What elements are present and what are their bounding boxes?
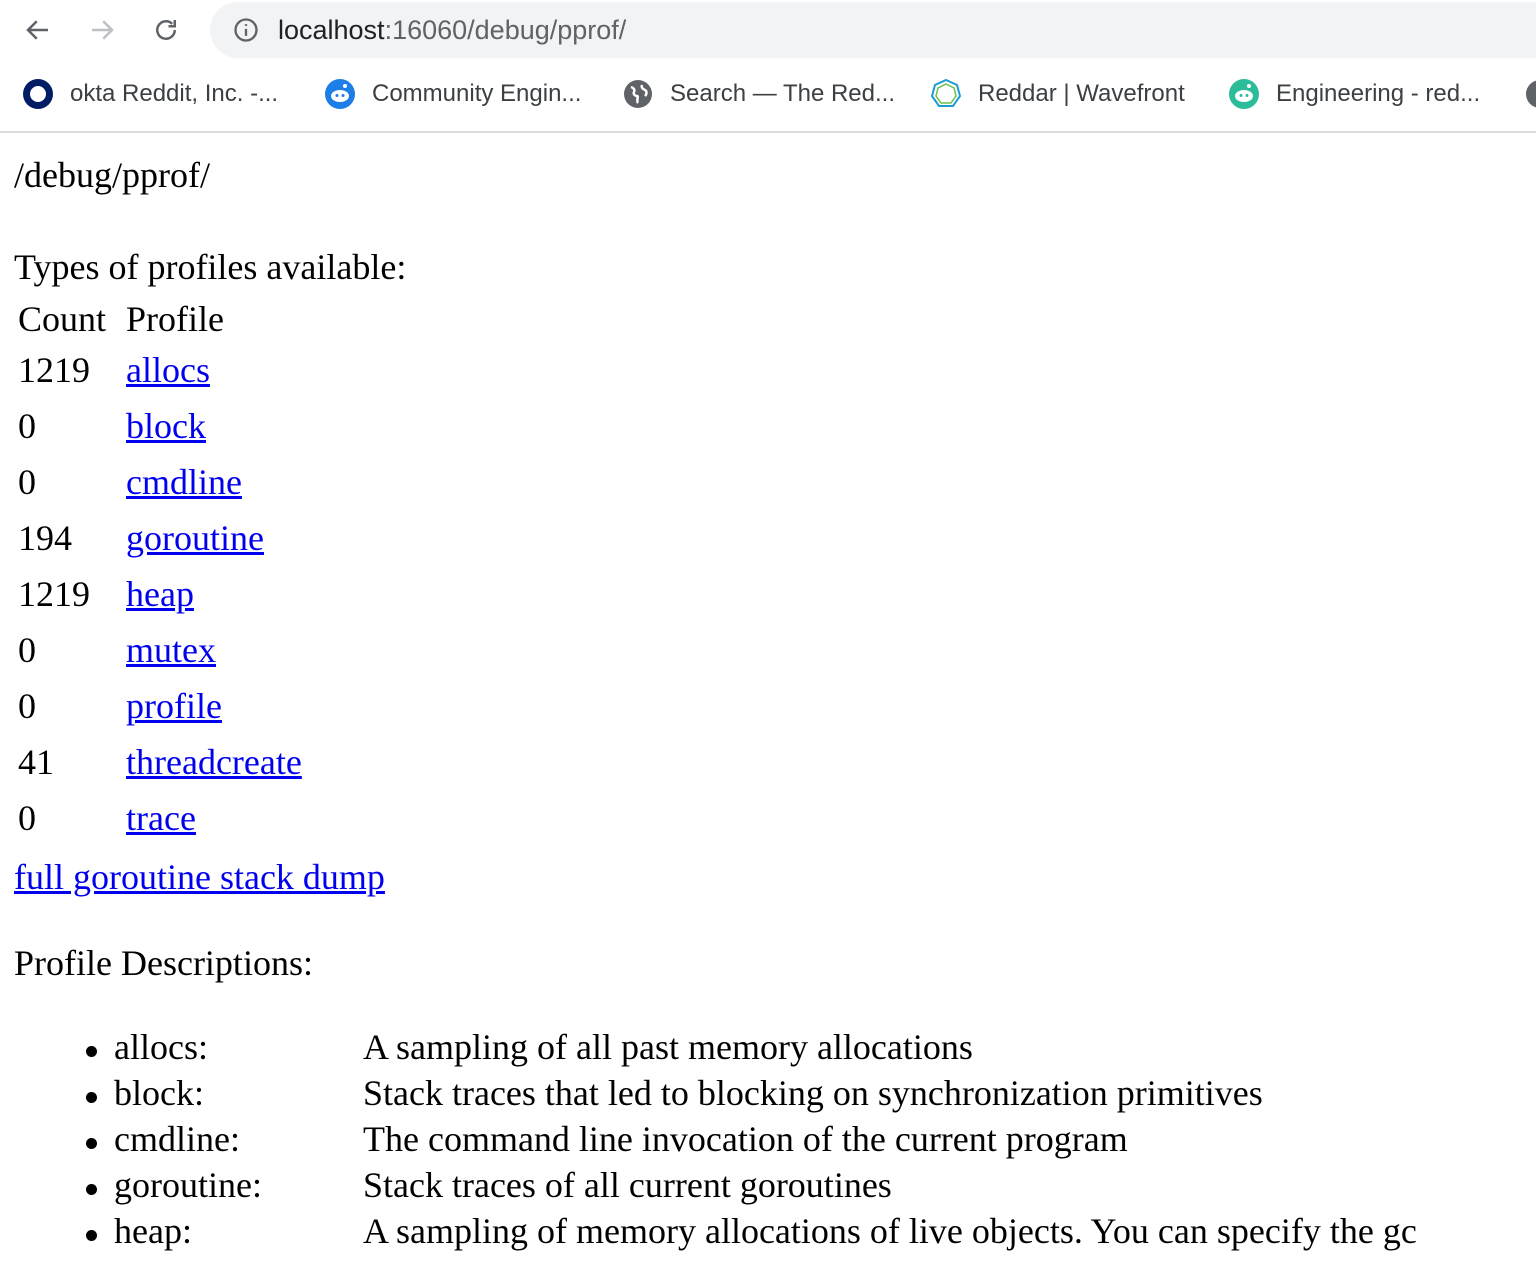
table-row: 1219 heap: [18, 566, 302, 622]
table-row: 0 mutex: [18, 622, 302, 678]
profile-header: Profile: [126, 299, 224, 339]
profile-count: 0: [18, 630, 36, 670]
profile-count: 1219: [18, 350, 90, 390]
profile-count: 0: [18, 798, 36, 838]
profile-count: 1219: [18, 574, 90, 614]
profile-count: 0: [18, 406, 36, 446]
description-name: allocs:: [114, 1027, 208, 1067]
table-row: 194 goroutine: [18, 510, 302, 566]
profile-link-threadcreate[interactable]: threadcreate: [126, 742, 302, 782]
description-text: Stack traces that led to blocking on syn…: [363, 1073, 1263, 1113]
description-text: The command line invocation of the curre…: [363, 1119, 1128, 1159]
url-host: localhost: [278, 15, 385, 45]
globe-icon: [622, 78, 654, 110]
profile-cell: heap: [126, 566, 302, 622]
profile-link-heap[interactable]: heap: [126, 574, 194, 614]
profile-cell: mutex: [126, 622, 302, 678]
reddit-green-icon: [1228, 78, 1260, 110]
description-name: heap:: [114, 1211, 192, 1251]
profile-link-mutex[interactable]: mutex: [126, 630, 216, 670]
bookmark-search[interactable]: Search — The Red...: [622, 76, 895, 112]
profile-count: 0: [18, 686, 36, 726]
globe-icon: [1524, 78, 1536, 110]
bookmark-label: okta Reddit, Inc. -...: [70, 80, 279, 107]
bookmark-label: Engineering - red...: [1276, 80, 1481, 107]
url-text: localhost:16060/debug/pprof/: [278, 15, 626, 46]
bookmark-label: Reddar | Wavefront: [978, 80, 1185, 107]
page-title: /debug/pprof/: [14, 155, 210, 195]
profile-link-block[interactable]: block: [126, 406, 206, 446]
profile-link-allocs[interactable]: allocs: [126, 350, 210, 390]
profile-cell: cmdline: [126, 454, 302, 510]
arrow-left-icon: [26, 20, 48, 40]
bookmark-community-engineering[interactable]: Community Engin...: [324, 76, 581, 112]
full-dump-line: full goroutine stack dump: [14, 856, 385, 898]
table-row: 41 threadcreate: [18, 734, 302, 790]
table-row: 1219 allocs: [18, 342, 302, 398]
back-button[interactable]: [16, 10, 60, 50]
table-row: 0 cmdline: [18, 454, 302, 510]
url-path: :16060/debug/pprof/: [384, 15, 627, 45]
description-text: Stack traces of all current goroutines: [363, 1165, 892, 1205]
profile-count: 41: [18, 742, 54, 782]
descriptions-heading: Profile Descriptions:: [14, 943, 313, 983]
full-goroutine-stack-dump-link[interactable]: full goroutine stack dump: [14, 857, 385, 897]
address-bar[interactable]: localhost:16060/debug/pprof/: [210, 2, 1536, 58]
profile-link-cmdline[interactable]: cmdline: [126, 462, 242, 502]
bookmark-overflow[interactable]: [1524, 76, 1536, 112]
profile-count: 194: [18, 518, 72, 558]
profile-count: 0: [18, 462, 36, 502]
reload-button[interactable]: [144, 10, 188, 50]
table-row: 0 trace: [18, 790, 302, 846]
profile-link-trace[interactable]: trace: [126, 798, 196, 838]
table-header-row: Count Profile: [18, 296, 302, 342]
profile-cell: threadcreate: [126, 734, 302, 790]
profile-cell: profile: [126, 678, 302, 734]
browser-chrome: localhost:16060/debug/pprof/ okta Reddit…: [0, 0, 1536, 133]
description-text: A sampling of all past memory allocation…: [363, 1027, 973, 1067]
table-row: 0 profile: [18, 678, 302, 734]
description-name: cmdline:: [114, 1119, 240, 1159]
arrow-right-icon: [92, 20, 114, 40]
profile-cell: goroutine: [126, 510, 302, 566]
types-heading: Types of profiles available:: [14, 247, 407, 287]
forward-button[interactable]: [80, 10, 124, 50]
profile-cell: trace: [126, 790, 302, 846]
bookmark-reddar-wavefront[interactable]: Reddar | Wavefront: [930, 76, 1185, 112]
reddit-icon: [324, 78, 356, 110]
description-name: goroutine:: [114, 1165, 262, 1205]
description-text: A sampling of memory allocations of live…: [363, 1211, 1417, 1251]
bookmark-label: Search — The Red...: [670, 80, 895, 107]
profile-cell: allocs: [126, 342, 302, 398]
reload-icon: [156, 20, 176, 40]
wavefront-icon: [930, 78, 962, 110]
profile-link-profile[interactable]: profile: [126, 686, 222, 726]
count-header: Count: [18, 299, 107, 339]
bookmark-label: Community Engin...: [372, 80, 582, 107]
description-name: block:: [114, 1073, 204, 1113]
bookmark-engineering[interactable]: Engineering - red...: [1228, 76, 1480, 112]
profile-cell: block: [126, 398, 302, 454]
bookmark-okta[interactable]: okta Reddit, Inc. -...: [22, 76, 278, 112]
profile-link-goroutine[interactable]: goroutine: [126, 518, 264, 558]
profiles-table: Count Profile 1219 allocs 0 block 0 cmdline 19…: [18, 296, 302, 846]
okta-icon: [22, 78, 54, 110]
info-icon: [234, 18, 258, 42]
table-row: 0 block: [18, 398, 302, 454]
